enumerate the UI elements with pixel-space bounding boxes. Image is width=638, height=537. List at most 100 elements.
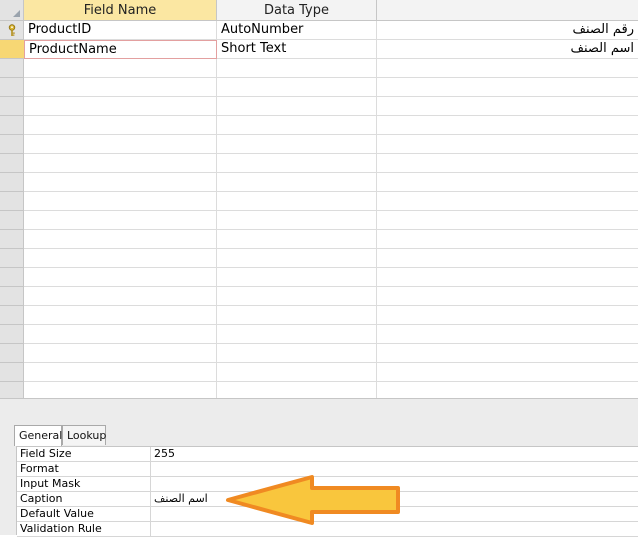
empty-table-row[interactable]	[24, 230, 638, 249]
empty-cell[interactable]	[377, 78, 638, 97]
empty-table-row[interactable]	[24, 211, 638, 230]
field-name-cell[interactable]: ProductName	[24, 40, 217, 59]
row-selector[interactable]	[0, 173, 24, 192]
empty-cell[interactable]	[377, 306, 638, 325]
empty-table-row[interactable]	[24, 173, 638, 192]
tab-lookup[interactable]: Lookup	[62, 425, 106, 445]
empty-cell[interactable]	[24, 249, 217, 268]
empty-cell[interactable]	[217, 268, 377, 287]
empty-cell[interactable]	[217, 97, 377, 116]
empty-table-row[interactable]	[24, 325, 638, 344]
empty-cell[interactable]	[377, 135, 638, 154]
row-selector[interactable]	[0, 97, 24, 116]
empty-cell[interactable]	[377, 268, 638, 287]
empty-cell[interactable]	[24, 135, 217, 154]
empty-cell[interactable]	[24, 116, 217, 135]
empty-cell[interactable]	[217, 249, 377, 268]
empty-table-row[interactable]	[24, 268, 638, 287]
empty-table-row[interactable]	[24, 249, 638, 268]
empty-table-row[interactable]	[24, 192, 638, 211]
data-type-cell[interactable]: AutoNumber	[217, 21, 377, 40]
row-selector[interactable]	[0, 287, 24, 306]
empty-table-row[interactable]	[24, 154, 638, 173]
empty-table-row[interactable]	[24, 78, 638, 97]
empty-cell[interactable]	[217, 344, 377, 363]
column-header-field-name[interactable]: Field Name	[24, 0, 217, 21]
empty-table-row[interactable]	[24, 363, 638, 382]
empty-cell[interactable]	[217, 192, 377, 211]
empty-cell[interactable]	[217, 78, 377, 97]
row-selector[interactable]	[0, 78, 24, 97]
row-selector[interactable]	[0, 325, 24, 344]
column-header-data-type[interactable]: Data Type	[217, 0, 377, 21]
empty-table-row[interactable]	[24, 97, 638, 116]
empty-cell[interactable]	[217, 230, 377, 249]
tab-general[interactable]: General	[14, 425, 62, 446]
row-selector[interactable]	[0, 230, 24, 249]
empty-cell[interactable]	[24, 97, 217, 116]
empty-cell[interactable]	[217, 287, 377, 306]
empty-cell[interactable]	[377, 59, 638, 78]
empty-cell[interactable]	[217, 363, 377, 382]
row-selector-current[interactable]	[0, 40, 24, 59]
row-selector[interactable]	[0, 192, 24, 211]
row-selector[interactable]	[0, 154, 24, 173]
empty-cell[interactable]	[24, 363, 217, 382]
empty-cell[interactable]	[217, 325, 377, 344]
row-selector[interactable]	[0, 249, 24, 268]
empty-cell[interactable]	[377, 154, 638, 173]
table-row[interactable]: ProductID AutoNumber رقم الصنف	[24, 21, 638, 40]
property-value[interactable]: 255	[151, 447, 454, 462]
select-all-corner[interactable]	[0, 0, 24, 21]
empty-cell[interactable]	[24, 268, 217, 287]
empty-cell[interactable]	[377, 344, 638, 363]
table-row[interactable]: ProductName Short Text اسم الصنف	[24, 40, 638, 59]
empty-cell[interactable]	[377, 363, 638, 382]
empty-cell[interactable]	[24, 344, 217, 363]
empty-cell[interactable]	[377, 249, 638, 268]
empty-table-row[interactable]	[24, 59, 638, 78]
field-name-cell[interactable]: ProductID	[24, 21, 217, 40]
row-selector[interactable]	[0, 135, 24, 154]
row-selector[interactable]	[0, 59, 24, 78]
empty-table-row[interactable]	[24, 344, 638, 363]
row-selector[interactable]	[0, 268, 24, 287]
empty-cell[interactable]	[377, 97, 638, 116]
empty-cell[interactable]	[217, 154, 377, 173]
empty-cell[interactable]	[377, 287, 638, 306]
column-header-description[interactable]	[377, 0, 638, 21]
row-selector[interactable]	[0, 363, 24, 382]
empty-cell[interactable]	[24, 306, 217, 325]
empty-cell[interactable]	[217, 135, 377, 154]
empty-cell[interactable]	[217, 59, 377, 78]
empty-cell[interactable]	[377, 173, 638, 192]
empty-cell[interactable]	[24, 59, 217, 78]
empty-cell[interactable]	[24, 325, 217, 344]
empty-cell[interactable]	[24, 192, 217, 211]
empty-cell[interactable]	[24, 230, 217, 249]
empty-table-row[interactable]	[24, 287, 638, 306]
empty-table-row[interactable]	[24, 306, 638, 325]
empty-cell[interactable]	[377, 211, 638, 230]
empty-cell[interactable]	[24, 287, 217, 306]
row-selector[interactable]	[0, 211, 24, 230]
description-cell[interactable]: رقم الصنف	[377, 21, 638, 40]
empty-cell[interactable]	[377, 230, 638, 249]
empty-cell[interactable]	[24, 173, 217, 192]
empty-cell[interactable]	[24, 211, 217, 230]
property-row[interactable]: Field Size 255	[17, 447, 638, 462]
empty-cell[interactable]	[217, 173, 377, 192]
row-selector[interactable]	[0, 344, 24, 363]
empty-cell[interactable]	[377, 325, 638, 344]
row-selector[interactable]	[0, 21, 24, 40]
empty-cell[interactable]	[217, 306, 377, 325]
row-selector[interactable]	[0, 306, 24, 325]
empty-table-row[interactable]	[24, 116, 638, 135]
empty-cell[interactable]	[217, 211, 377, 230]
empty-cell[interactable]	[24, 154, 217, 173]
empty-cell[interactable]	[377, 116, 638, 135]
data-type-cell[interactable]: Short Text	[217, 40, 377, 59]
empty-cell[interactable]	[217, 116, 377, 135]
description-cell[interactable]: اسم الصنف	[377, 40, 638, 59]
empty-table-row[interactable]	[24, 135, 638, 154]
